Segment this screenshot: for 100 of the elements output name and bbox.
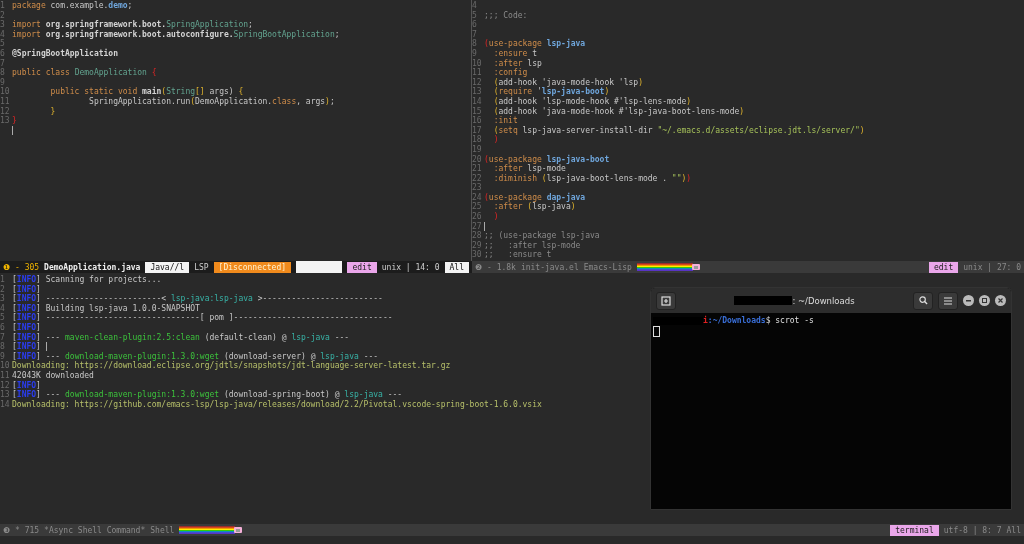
new-tab-icon <box>661 295 671 306</box>
code-line: (add-hook 'lsp-mode-hook #'lsp-lens-mode) <box>492 96 692 107</box>
line-number: 5 <box>472 10 478 20</box>
code-line: ;; :after lsp-mode <box>484 240 581 251</box>
mode-badge: All <box>444 261 469 273</box>
line-number: 17 <box>472 125 483 135</box>
state-badge: edit <box>928 261 959 273</box>
code-line: [INFO] --- maven-clean-plugin:2.5:clean (default-clean) @ lsp-java --- <box>12 332 350 342</box>
redacted-block <box>734 296 793 305</box>
minimize-button[interactable] <box>963 295 974 306</box>
line-number: 16 <box>472 116 483 126</box>
line-number: 11 <box>0 370 11 381</box>
line-number: 21 <box>472 164 483 174</box>
window-title: : ~/Downloads <box>792 295 855 306</box>
code-line: ;; (use-package lsp-java <box>484 231 600 241</box>
state-badge: edit <box>347 261 377 273</box>
code-line: :after lsp <box>492 58 542 68</box>
modeline-text: utf-8 | 8: 7 <box>943 524 1002 536</box>
line-number: 1 <box>0 1 6 11</box>
code-line: import org.springframework.boot.SpringApplication; <box>12 20 253 30</box>
line-number: 23 <box>472 183 483 193</box>
code-line: :after (lsp-java) <box>493 202 576 212</box>
line-number: 22 <box>472 173 483 183</box>
code-line: [INFO] ------------------------< lsp-java:lsp-java >------------------------- <box>12 294 383 304</box>
line-number: 7 <box>0 58 6 68</box>
code-line: [INFO] Scanning for projects... <box>12 275 162 285</box>
line-number: 25 <box>472 202 483 212</box>
line-number: 29 <box>472 240 483 250</box>
code-line: ) <box>492 212 499 222</box>
code-line: :config <box>492 68 528 78</box>
menu-button[interactable] <box>938 291 958 310</box>
code-line: ;;; Code: <box>484 10 528 21</box>
modeline-text: * 715 <box>15 524 40 536</box>
maximize-button[interactable] <box>979 295 990 306</box>
line-number: 12 <box>0 380 11 390</box>
line-number: 14 <box>472 96 483 107</box>
code-line: public static void main(String[] args) { <box>49 87 244 97</box>
modeline-text: *Async Shell Command* <box>44 524 146 536</box>
minimize-icon <box>966 299 971 302</box>
new-tab-button[interactable] <box>656 291 676 310</box>
line-number: 5 <box>0 39 6 49</box>
line-number: 13 <box>472 87 483 97</box>
modeline-text: unix | 14: 0 <box>381 261 440 273</box>
line-number: 11 <box>0 96 11 107</box>
code-line: (require 'lsp-java-boot) <box>492 87 610 97</box>
code-line: [INFO] --- download-maven-plugin:1.3.0:wget (download-server) @ lsp-java --- <box>12 351 379 362</box>
modeline-text: Shell <box>150 524 175 536</box>
code-line: [INFO] <box>12 322 41 333</box>
code-line: Downloading: https://download.eclipse.org/jdtls/snapshots/jdt-language-server-latest.tar.gz <box>12 361 451 371</box>
line-number: 15 <box>472 106 483 116</box>
prompt-host: i <box>703 316 708 326</box>
code-line: import org.springframework.boot.autoconfigure.SpringBootApplication; <box>12 29 340 40</box>
maximize-icon <box>982 298 987 303</box>
redacted-block <box>653 317 703 325</box>
code-line: [INFO] --------------------------------[ pom ]--------------------------------- <box>12 313 393 323</box>
status-badge: [Disconnected] <box>213 261 292 273</box>
modeline-text: ❸ <box>3 524 10 536</box>
menu-icon <box>944 296 952 305</box>
line-number: 24 <box>472 192 483 202</box>
code-line: [INFO] --- download-maven-plugin:1.3.0:wget (download-spring-boot) @ lsp-java --- <box>12 390 403 400</box>
code-line: package com.example.demo; <box>12 1 133 11</box>
modeline-text: All <box>1006 524 1021 536</box>
line-number: 2 <box>0 10 6 20</box>
line-number: 5 <box>0 313 6 323</box>
code-line: [INFO] <box>12 380 41 390</box>
code-line: (use-package lsp-java <box>484 39 586 49</box>
code-line: :after lsp-mode <box>493 164 566 174</box>
code-line: (add-hook 'java-mode-hook 'lsp) <box>492 77 643 88</box>
code-line: (use-package lsp-java-boot <box>484 154 610 165</box>
close-icon <box>998 298 1003 303</box>
modeline-text: LSP <box>194 261 209 273</box>
line-number: 11 <box>472 68 483 78</box>
search-icon <box>918 296 928 305</box>
code-line: SpringApplication.run(DemoApplication.class, args); <box>88 96 335 107</box>
search-button[interactable] <box>913 291 933 310</box>
rainbow-cat-icon <box>636 263 701 271</box>
code-line: [INFO] <box>12 284 41 294</box>
mode-badge: Java//l <box>145 261 190 273</box>
line-number: 28 <box>472 231 483 241</box>
rainbow-cat-icon <box>179 526 244 534</box>
line-number: 20 <box>472 154 483 164</box>
modeline-text: Emacs-Lisp <box>583 261 632 273</box>
line-number: 27 <box>472 221 483 231</box>
line-number: 12 <box>472 77 483 87</box>
close-button[interactable] <box>995 295 1006 306</box>
code-line: (setq lsp-java-server-install-dir "~/.emacs.d/assets/eclipse.jdt.ls/server/") <box>492 125 865 135</box>
line-number: 10 <box>0 361 11 371</box>
code-line: 42043K downloaded <box>12 370 94 381</box>
line-number: 7 <box>472 29 478 39</box>
code-line: public class DemoApplication { <box>12 68 157 78</box>
code-line: (add-hook 'java-mode-hook #'lsp-java-boot-lens-mode) <box>492 106 745 116</box>
mode-line-fill <box>296 261 343 273</box>
code-line: [INFO] <box>12 342 42 352</box>
code-line: ) <box>492 135 499 145</box>
code-line: ;; :ensure t <box>484 250 552 261</box>
line-number: 18 <box>472 135 483 145</box>
code-line: Downloading: https://github.com/emacs-lsp/lsp-java/releases/download/2.2/Pivotal.vscode-spring-boot-1.6.0.vsix <box>12 399 542 410</box>
modeline-text: unix | 27: 0 <box>963 261 1021 273</box>
prompt-path: :~/Downloads <box>707 316 766 326</box>
line-number: 13 <box>0 390 11 400</box>
